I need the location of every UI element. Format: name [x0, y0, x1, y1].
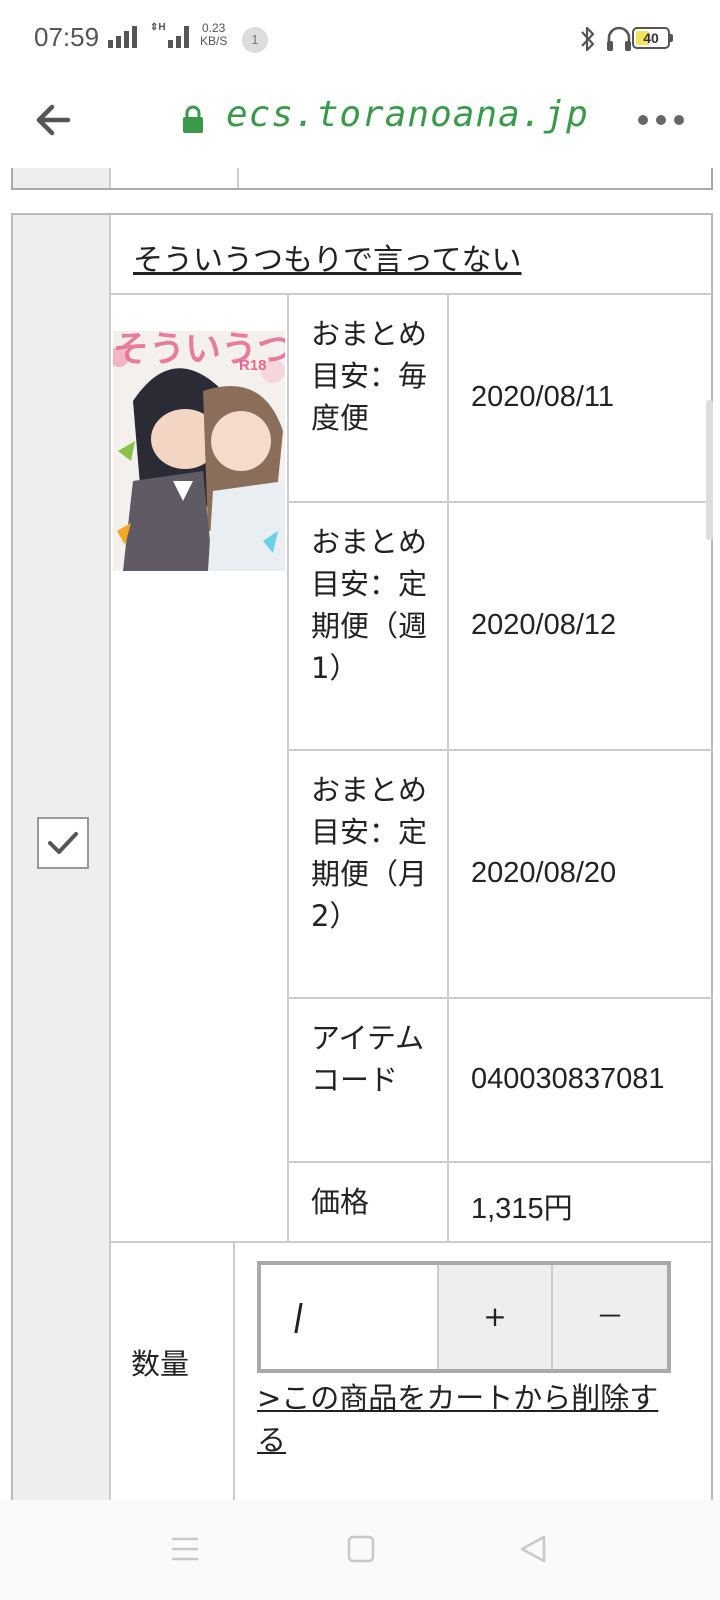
select-column: [13, 215, 111, 1500]
signal-2-icon: ⇕H: [150, 22, 194, 48]
prev-divider: [237, 168, 239, 188]
browser-url-bar: ecs.toranoana.jp: [0, 80, 720, 169]
status-time: 07:59: [34, 22, 100, 52]
item-cover-image[interactable]: そういうつもりで言ってない R18: [113, 331, 285, 571]
detail-value: 040030837081: [471, 1063, 665, 1095]
quantity-label: 数量: [131, 1347, 190, 1381]
back-arrow-icon[interactable]: [32, 98, 76, 142]
detail-row: おまとめ目安：毎度便 2020/08/11: [289, 295, 713, 503]
delete-item-link-wrap: >この商品をカートから削除する: [257, 1377, 677, 1461]
detail-label: おまとめ目安：定期便（週1）: [311, 525, 428, 685]
quantity-plus-button[interactable]: +: [439, 1265, 553, 1369]
detail-label: おまとめ目安：毎度便: [311, 317, 428, 435]
detail-value: 2020/08/12: [471, 609, 617, 641]
battery-tip: [670, 34, 673, 42]
page-scrollbar[interactable]: [706, 400, 713, 540]
bluetooth-icon: [581, 26, 595, 52]
detail-label: おまとめ目安：定期便（月2）: [311, 773, 428, 933]
price-value: 1,315円: [471, 1193, 573, 1225]
url-text[interactable]: ecs.toranoana.jp: [226, 94, 589, 135]
detail-row: 価格 1,315円: [289, 1163, 713, 1243]
quantity-label-cell: 数量: [109, 1243, 235, 1500]
cover-r18-badge: R18: [239, 357, 267, 374]
more-icon[interactable]: [636, 110, 686, 130]
delete-item-link[interactable]: >この商品をカートから削除する: [257, 1381, 658, 1457]
system-nav-bar: [0, 1500, 720, 1600]
detail-value: 2020/08/11: [471, 381, 614, 413]
item-checkbox[interactable]: [37, 817, 89, 869]
notification-badge: 1: [242, 27, 268, 53]
signal-icon: [108, 26, 144, 48]
detail-row: おまとめ目安：定期便（週1） 2020/08/12: [289, 503, 713, 751]
detail-row: おまとめ目安：定期便（月2） 2020/08/20: [289, 751, 713, 999]
item-title-link[interactable]: そういうつもりで言ってない: [133, 235, 522, 279]
menu-icon[interactable]: [170, 1534, 200, 1564]
detail-label: 価格: [311, 1185, 370, 1219]
quantity-row: 数量 + － >この商品をカートから削除する: [109, 1241, 711, 1500]
status-bar: 07:59 ⇕H 0.23 KB/S 1 40: [0, 0, 720, 80]
text-cursor: [294, 1303, 303, 1333]
quantity-stepper: + －: [257, 1261, 671, 1373]
quantity-input[interactable]: [261, 1265, 439, 1369]
page-content: そういうつもりで言ってない そういうつもりで言ってない R18: [0, 168, 720, 1500]
detail-row: アイテムコード 040030837081: [289, 999, 713, 1163]
net-speed-unit: KB/S: [200, 34, 228, 48]
battery-level: 40: [643, 30, 659, 46]
item-title-row: そういうつもりで言ってない: [111, 215, 711, 295]
check-icon: [48, 832, 78, 854]
headphones-icon: [607, 26, 631, 51]
back-icon[interactable]: [518, 1534, 548, 1564]
quantity-minus-button[interactable]: －: [553, 1265, 667, 1369]
detail-value: 2020/08/20: [471, 857, 617, 889]
home-icon[interactable]: [346, 1534, 376, 1564]
previous-item-table: [11, 168, 713, 190]
lock-icon: [183, 105, 203, 133]
prev-select-cell: [13, 168, 111, 188]
cart-item: そういうつもりで言ってない そういうつもりで言ってない R18: [11, 213, 713, 1500]
detail-label: アイテムコード: [311, 1021, 425, 1097]
battery-icon: 40: [632, 27, 670, 49]
net-speed: 0.23 KB/S: [200, 22, 227, 48]
